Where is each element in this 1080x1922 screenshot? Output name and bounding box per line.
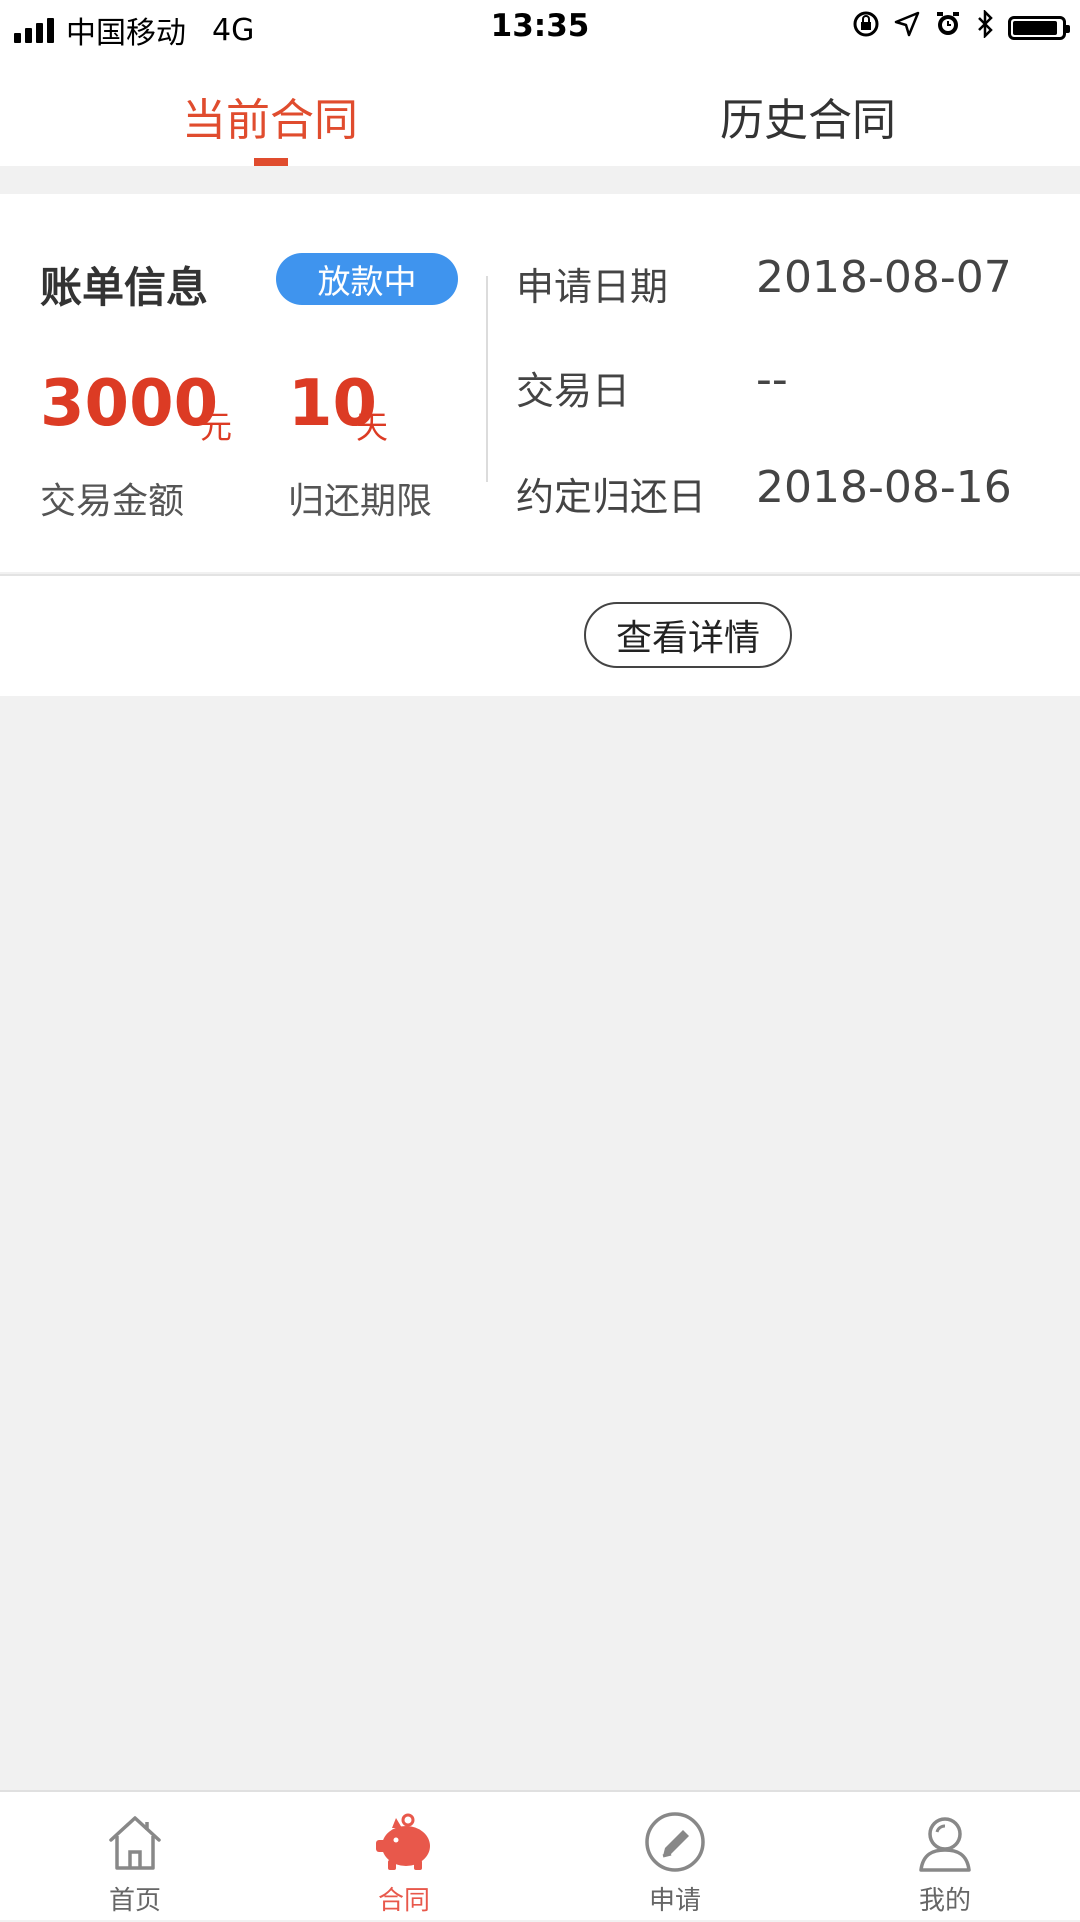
bill-title: 账单信息 bbox=[40, 263, 209, 312]
piggy-bank-icon bbox=[376, 1813, 430, 1870]
active-tab-indicator bbox=[254, 158, 288, 166]
nav-item-home[interactable]: 首页 bbox=[35, 1792, 235, 1922]
tab-current-contract[interactable]: 当前合同 bbox=[182, 84, 358, 148]
nav-item-mine[interactable]: 我的 bbox=[845, 1792, 1045, 1922]
status-badge: 放款中 bbox=[276, 253, 458, 305]
view-details-button[interactable]: 查看详情 bbox=[584, 602, 792, 668]
amount-value: 3000 bbox=[40, 367, 219, 441]
nav-item-apply[interactable]: 申请 bbox=[575, 1792, 775, 1922]
bluetooth-icon bbox=[976, 8, 994, 45]
pencil-icon bbox=[645, 1812, 705, 1872]
nav-label-contract: 合同 bbox=[377, 1886, 430, 1916]
battery-icon bbox=[1008, 15, 1070, 40]
bottom-nav: 首页 合同 申请 我的 bbox=[0, 1790, 1080, 1920]
home-icon bbox=[109, 1816, 161, 1870]
alarm-icon bbox=[934, 10, 962, 45]
apply-date-value: 2018-08-07 bbox=[756, 252, 1012, 303]
apply-date-label: 申请日期 bbox=[516, 265, 669, 309]
location-icon bbox=[894, 11, 920, 44]
rotation-lock-icon bbox=[852, 10, 880, 45]
due-date-value: 2018-08-16 bbox=[756, 462, 1012, 513]
detail-area bbox=[0, 576, 1080, 696]
term-unit: 天 bbox=[356, 408, 389, 446]
trade-date-value: -- bbox=[756, 354, 788, 405]
card-vertical-divider bbox=[486, 276, 488, 482]
due-date-label: 约定归还日 bbox=[516, 475, 707, 519]
nav-label-mine: 我的 bbox=[918, 1886, 971, 1916]
nav-item-contract[interactable]: 合同 bbox=[304, 1792, 504, 1922]
term-label: 归还期限 bbox=[288, 481, 433, 522]
status-right bbox=[852, 8, 1070, 45]
status-bar: 中国移动 4G 13:35 bbox=[0, 0, 1080, 54]
amount-unit: 元 bbox=[200, 408, 233, 446]
contract-tabs: 当前合同 历史合同 bbox=[0, 54, 1080, 166]
trade-date-label: 交易日 bbox=[516, 369, 631, 413]
nav-label-apply: 申请 bbox=[648, 1886, 701, 1916]
amount-label: 交易金额 bbox=[40, 481, 185, 522]
tab-history-contract[interactable]: 历史合同 bbox=[720, 84, 896, 148]
nav-label-home: 首页 bbox=[108, 1886, 161, 1916]
user-icon bbox=[919, 1817, 971, 1872]
